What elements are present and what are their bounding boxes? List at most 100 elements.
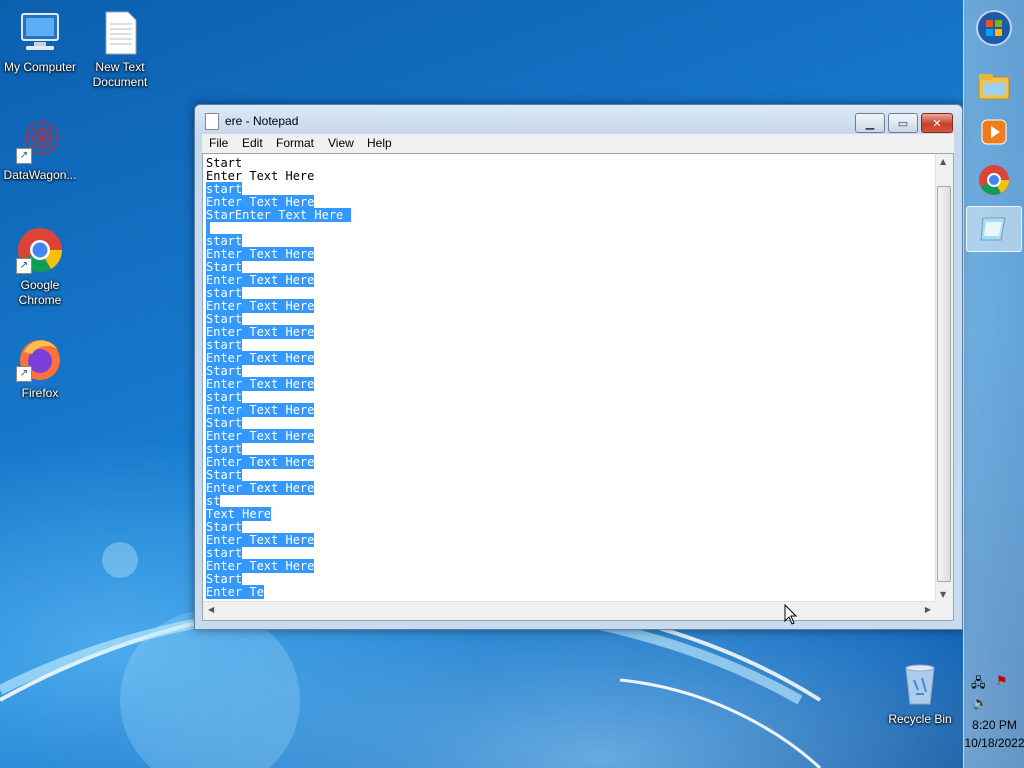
menu-bar: File Edit Format View Help <box>202 134 954 153</box>
text-line-content: Enter Text Here <box>206 403 315 417</box>
media-player-icon <box>981 119 1007 145</box>
action-center-icon[interactable]: ⚑ <box>996 674 1008 689</box>
text-line-content: StarEnter Text Here <box>206 208 351 222</box>
text-line-content: st <box>206 494 221 508</box>
maximize-button[interactable]: ▭ <box>888 113 918 133</box>
text-editor[interactable]: Start Enter Text Here start Enter Text Here… <box>202 153 954 621</box>
start-button[interactable] <box>972 8 1016 48</box>
text-line-content: Enter Text Here <box>206 247 315 261</box>
text-line-content: start <box>206 234 243 248</box>
text-document-icon <box>96 8 144 56</box>
system-clock[interactable]: 8:20 PM 10/18/2022 <box>964 716 1024 752</box>
desktop-icon-recycle-bin[interactable]: Recycle Bin <box>880 660 960 727</box>
text-line-content: Start <box>206 364 243 378</box>
text-line-content: start <box>206 442 243 456</box>
taskbar-notepad[interactable] <box>966 206 1022 252</box>
chrome-icon <box>979 165 1009 195</box>
desktop-icon-google-chrome[interactable]: ↗ Google Chrome <box>0 226 80 308</box>
desktop-icon-label: DataWagon... <box>3 168 77 182</box>
text-line-content: Enter Text Here <box>206 481 315 495</box>
text-line-content: Enter Text Here <box>206 273 315 287</box>
text-line-content: Enter Text Here <box>206 351 315 365</box>
text-line-content: Enter Text Here <box>206 559 315 573</box>
text-line-content: Enter Text Here <box>206 377 315 391</box>
scroll-left-icon[interactable]: ◀ <box>208 605 214 614</box>
window-title: ere - Notepad <box>225 114 299 128</box>
start-orb-icon <box>976 10 1012 46</box>
menu-view[interactable]: View <box>328 136 354 150</box>
text-line-content: Enter Text Here <box>206 195 315 209</box>
maximize-icon: ▭ <box>897 116 909 130</box>
horizontal-scrollbar[interactable]: ◀ ▶ <box>203 601 936 620</box>
firefox-icon: ↗ <box>16 334 64 382</box>
text-line-content: Start <box>206 572 243 586</box>
vertical-scrollbar[interactable]: ▲ ▼ <box>935 154 953 602</box>
text-line-content: Enter Text Here <box>206 533 315 547</box>
taskbar-media-player[interactable] <box>972 112 1016 152</box>
vertical-scroll-thumb[interactable] <box>937 186 951 582</box>
text-line-content: Start <box>206 156 243 170</box>
resize-grip[interactable] <box>936 602 953 620</box>
desktop-icon-label: New Text Document <box>92 60 148 89</box>
recycle-bin-icon <box>896 660 944 708</box>
text-line-content: Enter Te <box>206 585 264 599</box>
text-line-content: Enter Text Here <box>206 429 315 443</box>
volume-icon[interactable]: 🔈 <box>972 696 988 711</box>
text-line-content: start <box>206 338 243 352</box>
text-line-content: Enter Text Here <box>206 325 315 339</box>
text-line-content: Start <box>206 520 243 534</box>
minimize-button[interactable]: ▁ <box>855 113 885 133</box>
close-icon: ✕ <box>932 116 942 130</box>
taskbar: 🖧 ⚑ 🔈 8:20 PM 10/18/2022 <box>963 0 1024 768</box>
menu-help[interactable]: Help <box>367 136 392 150</box>
taskbar-chrome[interactable] <box>972 160 1016 200</box>
chrome-icon: ↗ <box>16 226 64 274</box>
menu-format[interactable]: Format <box>276 136 314 150</box>
text-line-content: Start <box>206 416 243 430</box>
text-line-content: Start <box>206 260 243 274</box>
network-icon[interactable]: 🖧 <box>971 674 986 696</box>
close-button[interactable]: ✕ <box>921 113 953 133</box>
text-line-content: Enter Text Here <box>206 299 315 313</box>
desktop-icon-my-computer[interactable]: My Computer <box>0 8 80 75</box>
desktop-icon-label: Recycle Bin <box>888 712 952 726</box>
text-line-content: Enter Text Here <box>206 455 315 469</box>
clock-date: 10/18/2022 <box>964 736 1024 750</box>
notepad-icon <box>980 217 1006 241</box>
scroll-up-icon[interactable]: ▲ <box>940 157 946 166</box>
menu-edit[interactable]: Edit <box>242 136 263 150</box>
desktop-icon-datawagon[interactable]: ↗ DataWagon... <box>0 116 80 183</box>
desktop-icon-new-text-document[interactable]: New Text Document <box>80 8 160 90</box>
desktop-icon-label: Firefox <box>21 386 59 400</box>
clock-time: 8:20 PM <box>972 718 1017 732</box>
text-line-content: start <box>206 390 243 404</box>
scroll-down-icon[interactable]: ▼ <box>940 590 946 599</box>
notepad-icon <box>205 113 219 130</box>
text-content[interactable]: Start Enter Text Here start Enter Text Here… <box>206 157 351 599</box>
text-line-content: Start <box>206 312 243 326</box>
text-line: StarEnter Text Here <box>206 208 351 222</box>
text-line-content: start <box>206 182 243 196</box>
computer-icon <box>16 8 64 56</box>
text-line-content: Enter Text Here <box>206 169 315 183</box>
desktop-icon-label: My Computer <box>3 60 77 74</box>
taskbar-file-explorer[interactable] <box>972 66 1016 106</box>
shortcut-arrow-icon: ↗ <box>16 148 32 164</box>
text-line-content: Start <box>206 468 243 482</box>
desktop-icon-firefox[interactable]: ↗ Firefox <box>0 334 80 401</box>
shortcut-arrow-icon: ↗ <box>16 258 32 274</box>
menu-file[interactable]: File <box>209 136 228 150</box>
mouse-cursor-icon <box>784 604 798 625</box>
shortcut-arrow-icon: ↗ <box>16 366 32 382</box>
text-line-content: start <box>206 546 243 560</box>
text-line: Enter Te <box>206 585 351 599</box>
datawagon-icon: ↗ <box>16 116 64 164</box>
scroll-right-icon[interactable]: ▶ <box>925 605 931 614</box>
title-bar[interactable]: ere - Notepad ▁ ▭ ✕ <box>195 105 962 135</box>
minimize-icon: ▁ <box>865 116 875 130</box>
notepad-window[interactable]: ere - Notepad ▁ ▭ ✕ File Edit Format Vie… <box>194 104 963 630</box>
text-line: Enter Text Here <box>206 481 351 495</box>
text-line-content: start <box>206 286 243 300</box>
file-explorer-icon <box>978 74 1010 100</box>
desktop-icon-label: Google Chrome <box>18 278 62 307</box>
